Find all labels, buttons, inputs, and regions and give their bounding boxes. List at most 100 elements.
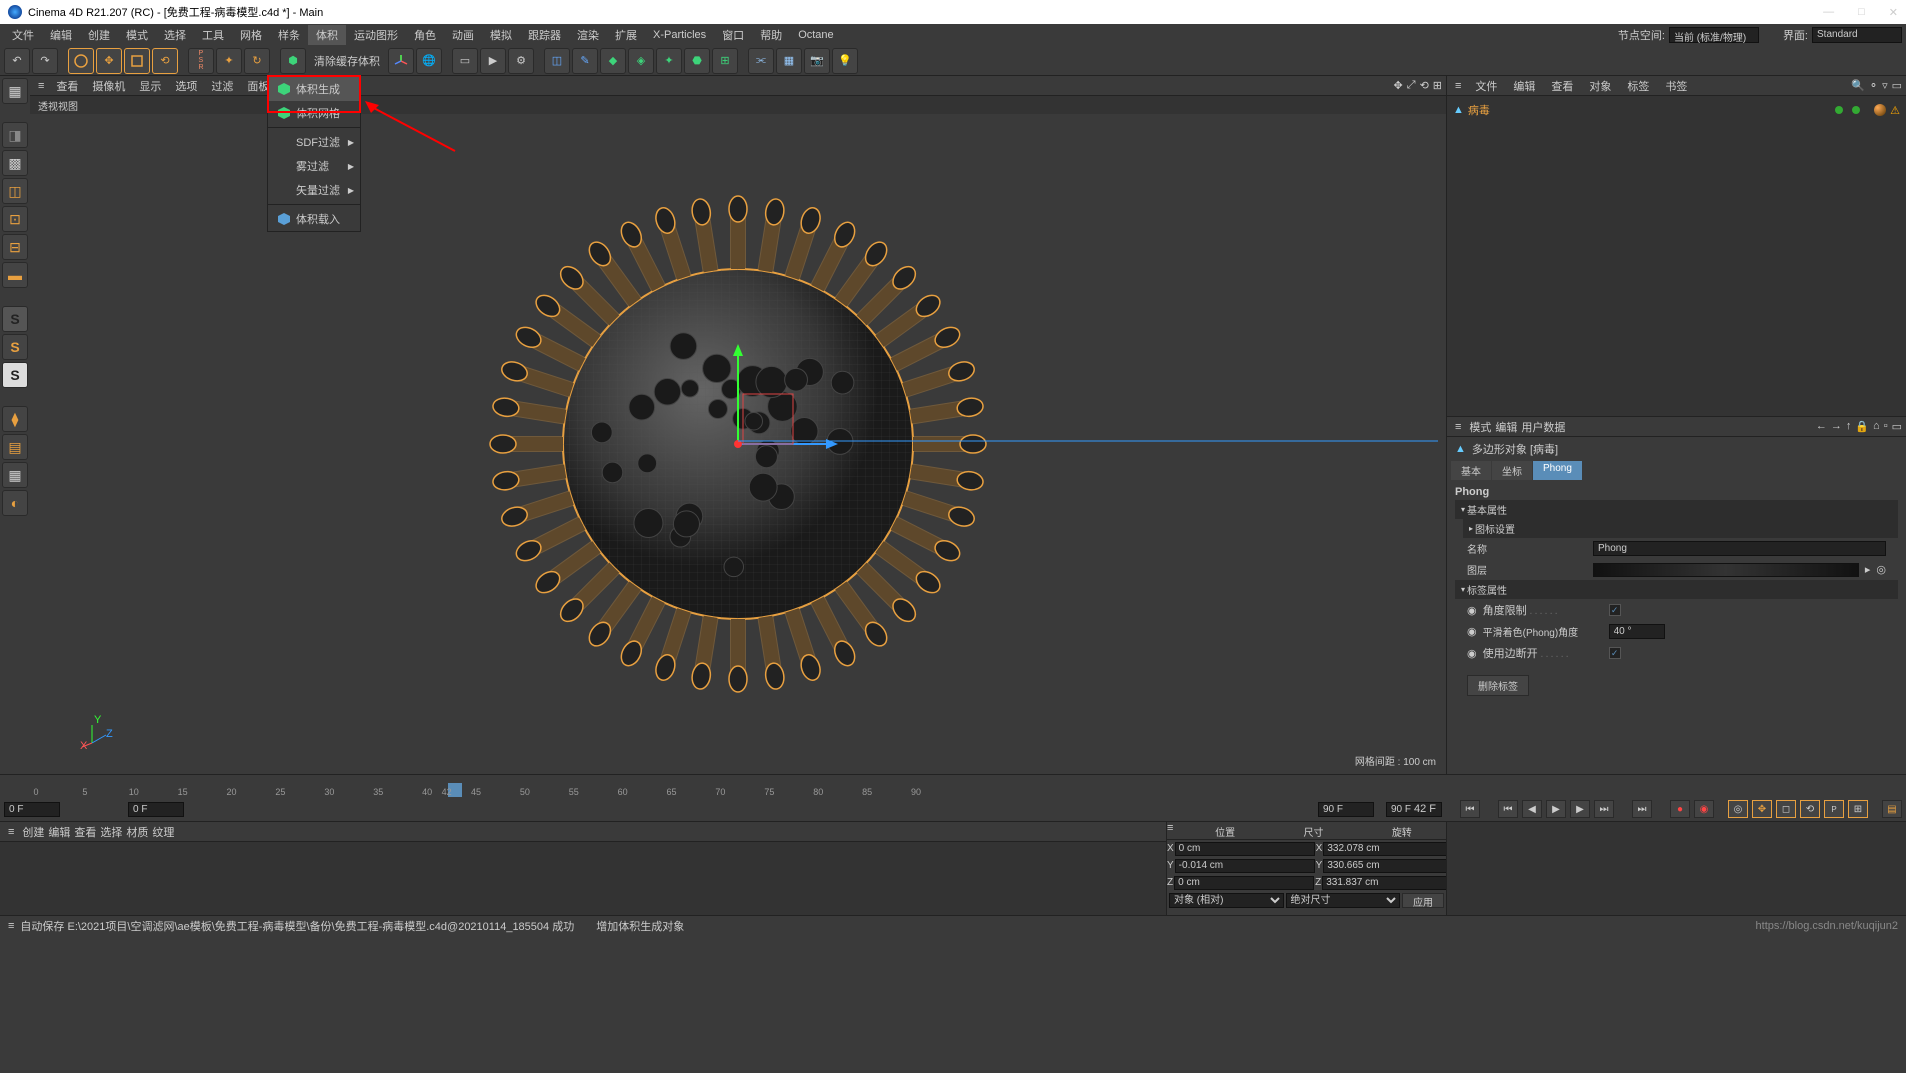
size-field[interactable] [1322,876,1462,890]
node-space-select[interactable]: 当前 (标准/物理) [1669,27,1759,43]
tl-start-field[interactable] [4,802,60,817]
mat-menu-纹理[interactable]: 纹理 [152,824,174,840]
obj-menu-文件[interactable]: 文件 [1469,76,1503,96]
menu-选择[interactable]: 选择 [156,25,194,45]
minimize-button[interactable]: — [1823,6,1834,19]
generator-button[interactable]: ◆ [600,48,626,74]
tag-props-header[interactable]: 标签属性 [1455,580,1898,599]
mograph-button[interactable]: ⊞ [712,48,738,74]
object-name[interactable]: 病毒 [1468,102,1490,118]
field-button[interactable]: ⬣ [684,48,710,74]
menu-体积[interactable]: 体积 [308,25,346,45]
eye-icon[interactable]: ▿ [1882,79,1888,92]
name-field[interactable] [1593,541,1886,556]
new-icon[interactable]: ▫ [1884,420,1888,433]
menu-创建[interactable]: 创建 [80,25,118,45]
mat-menu-编辑[interactable]: 编辑 [48,824,70,840]
lock-icon[interactable]: 🔒 [1855,420,1869,433]
key-pla-button[interactable]: ⊞ [1848,800,1868,818]
axis-tool[interactable]: ✦ [216,48,242,74]
menu-Octane[interactable]: Octane [790,27,841,43]
scale-tool[interactable] [124,48,150,74]
key-scale-button[interactable]: ◻ [1776,800,1796,818]
key-pos-button[interactable]: ✥ [1752,800,1772,818]
menu-工具[interactable]: 工具 [194,25,232,45]
viewport[interactable]: YZX 网格间距 : 100 cm [30,114,1446,774]
vp-rotate-icon[interactable]: ⟲ [1420,79,1429,92]
pos-field[interactable] [1175,842,1315,856]
autokey-button[interactable]: ◉ [1694,800,1714,818]
vp-menu-显示[interactable]: 显示 [133,76,167,96]
menu-编辑[interactable]: 编辑 [42,25,80,45]
spline-primitive[interactable]: ✎ [572,48,598,74]
vp-move-icon[interactable]: ✥ [1394,79,1403,92]
up-icon[interactable]: ↑ [1846,420,1852,433]
attr-tab-Phong[interactable]: Phong [1533,461,1582,480]
menu-运动图形[interactable]: 运动图形 [346,25,406,45]
chain-button[interactable]: ⫘ [748,48,774,74]
vp-zoom-icon[interactable]: ⤢ [1407,79,1416,92]
select-tool[interactable] [68,48,94,74]
snap-s1[interactable]: S [2,306,28,332]
undo-button[interactable]: ↶ [4,48,30,74]
snap-tool[interactable]: ↻ [244,48,270,74]
filter-icon[interactable]: ⚬ [1869,79,1878,92]
menu-帮助[interactable]: 帮助 [752,25,790,45]
size-field[interactable] [1323,842,1463,856]
size-mode-select[interactable]: 绝对尺寸 [1286,893,1401,908]
size-field[interactable] [1323,859,1463,873]
menu-模式[interactable]: 模式 [118,25,156,45]
menu-样条[interactable]: 样条 [270,25,308,45]
search-icon[interactable]: 🔍 [1851,79,1865,92]
weight-tool[interactable]: ▤ [2,434,28,460]
phong-angle-field[interactable] [1609,624,1665,639]
attr-menu-模式[interactable]: 模式 [1469,419,1491,435]
dropdown-item[interactable]: 体积生成 [268,77,360,101]
mat-menu-选择[interactable]: 选择 [100,824,122,840]
fwd-icon[interactable]: → [1831,420,1842,433]
icon-settings-header[interactable]: 图标设置 [1463,519,1898,538]
max-icon[interactable]: ▭ [1892,420,1902,433]
layer-field[interactable] [1593,563,1859,577]
dropdown-item[interactable]: SDF过滤▶ [268,130,360,154]
obj-menu-编辑[interactable]: 编辑 [1507,76,1541,96]
angle-limit-checkbox[interactable]: ✓ [1609,604,1621,616]
dropdown-item[interactable]: 矢量过滤▶ [268,178,360,202]
vp-menu-查看[interactable]: 查看 [50,76,84,96]
edge-mode[interactable]: ⊟ [2,234,28,260]
attr-tab-基本[interactable]: 基本 [1451,461,1491,480]
menu-网格[interactable]: 网格 [232,25,270,45]
sky-button[interactable]: ▦ [776,48,802,74]
list-icon[interactable]: ▭ [1892,79,1902,92]
goto-start-button[interactable]: ⏮ [1460,800,1480,818]
mat-menu-查看[interactable]: 查看 [74,824,96,840]
snap-s2[interactable]: S [2,334,28,360]
redo-button[interactable]: ↷ [32,48,58,74]
paint-tool[interactable]: ▦ [2,462,28,488]
generator2-button[interactable]: ◈ [628,48,654,74]
back-icon[interactable]: ← [1816,420,1827,433]
texture-mode[interactable]: ▩ [2,150,28,176]
mat-menu-材质[interactable]: 材质 [126,824,148,840]
point-mode[interactable]: ⊡ [2,206,28,232]
use-edge-checkbox[interactable]: ✓ [1609,647,1621,659]
cube-primitive[interactable]: ◫ [544,48,570,74]
volume-icon[interactable]: ⬢ [280,48,306,74]
play-fwd-button[interactable]: ▶ [1570,800,1590,818]
radio-icon[interactable]: ◉ [1467,625,1477,638]
coord-sys-button[interactable] [388,48,414,74]
attr-menu-用户数据[interactable]: 用户数据 [1521,419,1565,435]
interface-select[interactable]: Standard [1812,27,1902,43]
maximize-button[interactable]: □ [1858,6,1865,19]
vp-menu-摄像机[interactable]: 摄像机 [86,76,131,96]
play-button[interactable]: ▶ [1546,800,1566,818]
layer-menu-icon[interactable]: ▸ [1865,563,1871,576]
render-settings-button[interactable]: ⚙ [508,48,534,74]
vp-menu-选项[interactable]: 选项 [169,76,203,96]
sculpt-tool[interactable]: ◐ [2,490,28,516]
attr-tab-坐标[interactable]: 坐标 [1492,461,1532,480]
dropdown-item[interactable]: 雾过滤▶ [268,154,360,178]
play-back-button[interactable]: ◀ [1522,800,1542,818]
dropdown-item[interactable]: 体积载入 [268,207,360,231]
material-list[interactable] [0,842,1166,915]
